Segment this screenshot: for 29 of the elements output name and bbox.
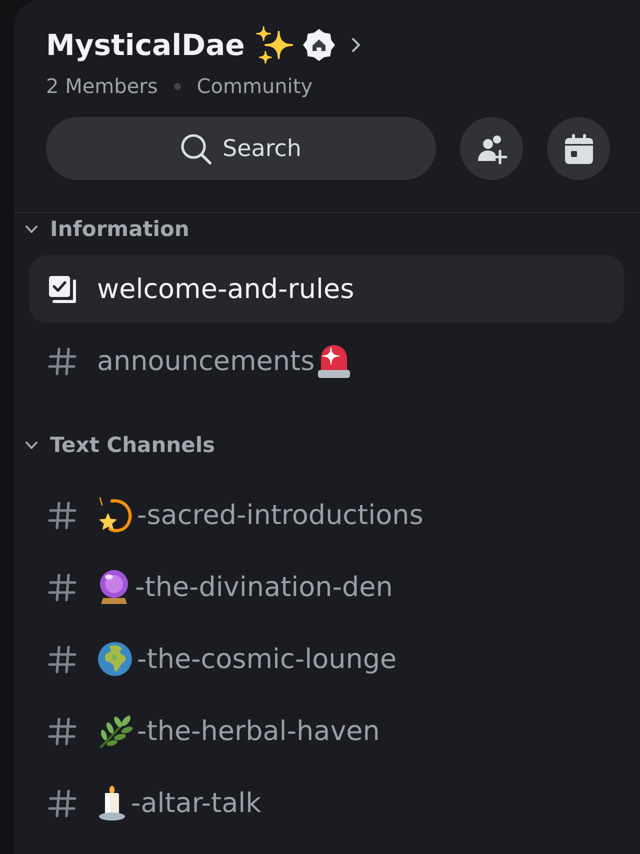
add-member-icon <box>476 132 508 164</box>
sparkles-icon <box>254 26 293 64</box>
chevron-down-icon <box>25 440 38 450</box>
hash-icon <box>48 788 76 818</box>
hash-icon <box>48 716 76 746</box>
channel-item[interactable]: announcements <box>29 327 624 395</box>
channel-item[interactable]: -the-divination-den <box>29 553 624 621</box>
hash-icon <box>48 572 76 602</box>
hash-icon <box>48 644 76 674</box>
community-badge-icon <box>302 29 335 61</box>
search-button[interactable]: Search <box>46 117 436 180</box>
search-icon <box>180 132 212 164</box>
category-header[interactable]: Text Channels <box>25 431 216 459</box>
category-header[interactable]: Information <box>25 215 190 243</box>
channel-item[interactable]: -altar-talk <box>29 769 624 837</box>
chevron-right-icon <box>350 37 361 53</box>
channel-item[interactable]: -the-cosmic-lounge <box>29 625 624 693</box>
channel-item[interactable]: welcome-and-rules <box>29 255 624 323</box>
hash-icon <box>48 346 76 376</box>
server-name: MysticalDae <box>46 28 245 62</box>
channel-item[interactable]: -sacred-introductions <box>29 481 624 549</box>
server-type: Community <box>196 74 313 98</box>
member-count: 2 Members <box>46 74 158 98</box>
channel-item[interactable]: -the-herbal-haven <box>29 697 624 765</box>
calendar-icon <box>562 132 594 164</box>
chevron-down-icon <box>25 224 38 234</box>
hash-icon <box>48 500 76 530</box>
dot-separator-icon <box>174 82 181 90</box>
checkbox-page-icon <box>48 274 76 304</box>
